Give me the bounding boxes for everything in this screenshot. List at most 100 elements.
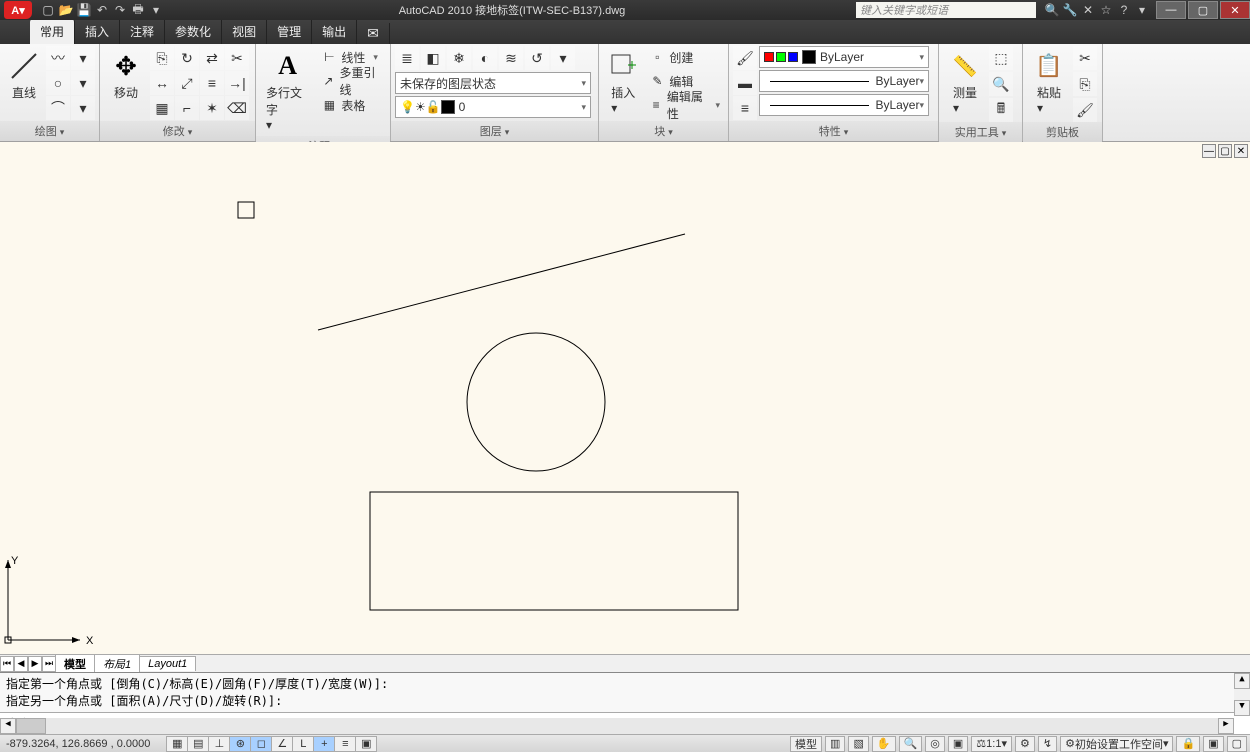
layer-freeze-icon[interactable]: ❄ (447, 46, 471, 70)
quickview-layouts-icon[interactable]: ▥ (825, 736, 845, 752)
favorite-icon[interactable]: ☆ (1098, 2, 1114, 18)
copy-icon[interactable]: ⎘ (150, 46, 174, 70)
maximize-button[interactable]: ▢ (1188, 1, 1218, 19)
scale-icon[interactable]: ⤢ (175, 71, 199, 95)
viewport-close-icon[interactable]: ✕ (1234, 144, 1248, 158)
viewport-minimize-icon[interactable]: — (1202, 144, 1216, 158)
tab-parametric[interactable]: 参数化 (165, 19, 222, 44)
linetype-combo[interactable]: ByLayer▾ (759, 94, 929, 116)
ortho-icon[interactable]: ⊥ (208, 736, 230, 752)
matchfmt-icon[interactable]: 🖌 (1073, 98, 1097, 122)
drawing-area[interactable]: — ▢ ✕ Y X (0, 142, 1250, 654)
zoom-icon[interactable]: 🔍 (899, 736, 923, 752)
scroll-left-icon[interactable]: ◀ (0, 718, 16, 734)
showmotion-icon[interactable]: ▣ (948, 736, 968, 752)
panel-layers-title[interactable]: 图层 ▾ (391, 121, 598, 141)
layer-iso-icon[interactable]: ◧ (421, 46, 445, 70)
table-button[interactable]: ▦ 表格 (317, 94, 386, 116)
fillet-icon[interactable]: ⌐ (175, 96, 199, 120)
scroll-right-icon[interactable]: ▶ (1218, 718, 1234, 734)
otrack-icon[interactable]: ∠ (271, 736, 293, 752)
list-icon[interactable]: ≡ (733, 96, 757, 120)
save-icon[interactable]: 💾 (76, 2, 92, 18)
array-icon[interactable]: ▦ (150, 96, 174, 120)
panel-properties-title[interactable]: 特性 ▾ (729, 121, 938, 141)
matchprop-icon[interactable]: 🖌 (733, 46, 757, 70)
new-icon[interactable]: ▢ (40, 2, 56, 18)
scroll-down-icon[interactable]: ▼ (1234, 700, 1250, 716)
tab-home[interactable]: 常用 (30, 19, 75, 44)
minimize-button[interactable]: — (1156, 1, 1186, 19)
ducs-icon[interactable]: L (292, 736, 314, 752)
cmd-hscrollbar[interactable]: ◀ ▶ (0, 718, 1234, 734)
search-icon[interactable]: 🔍 (1044, 2, 1060, 18)
panel-draw-title[interactable]: 绘图 ▾ (0, 121, 99, 141)
layer-prev-icon[interactable]: ↺ (525, 46, 549, 70)
print-icon[interactable]: 🖶 (130, 2, 146, 18)
trim-icon[interactable]: ✂ (225, 46, 249, 70)
tab-last-icon[interactable]: ⏭ (42, 656, 56, 672)
lwt-icon[interactable]: ≡ (334, 736, 356, 752)
tab-insert[interactable]: 插入 (75, 19, 120, 44)
cmd-vscrollbar[interactable]: ▲ ▼ (1234, 673, 1250, 716)
tab-output[interactable]: 输出 (312, 19, 357, 44)
scroll-up-icon[interactable]: ▲ (1234, 673, 1250, 689)
color-combo[interactable]: ByLayer▾ (759, 46, 929, 68)
annovis-icon[interactable]: ⚙ (1015, 736, 1035, 752)
tab-next-icon[interactable]: ▶ (28, 656, 42, 672)
block-create-button[interactable]: ▫ 创建 (645, 46, 724, 68)
tab-manage[interactable]: 管理 (267, 19, 312, 44)
steering-wheel-icon[interactable]: ◎ (925, 736, 945, 752)
measure-button[interactable]: 📏 测量▾ (943, 46, 987, 119)
toolbar-lock-icon[interactable]: 🔒 (1176, 736, 1200, 752)
lineweight-combo[interactable]: ByLayer▾ (759, 70, 929, 92)
open-icon[interactable]: 📂 (58, 2, 74, 18)
osnap-icon[interactable]: ◻ (250, 736, 272, 752)
arc-icon[interactable]: ⌒ (46, 96, 70, 120)
clean-screen-icon[interactable]: ▢ (1227, 736, 1247, 752)
quickview-drawings-icon[interactable]: ▧ (848, 736, 868, 752)
insert-block-button[interactable]: 插入▾ (603, 46, 643, 119)
dyn-icon[interactable]: + (313, 736, 335, 752)
explode-icon[interactable]: ✶ (200, 96, 224, 120)
app-menu-icon[interactable]: A▾ (4, 1, 32, 19)
quickselect-icon[interactable]: 🔍 (989, 72, 1013, 96)
mail-icon[interactable]: ✉ (357, 23, 390, 44)
select-icon[interactable]: ⬚ (989, 46, 1013, 70)
layer-match-icon[interactable]: ≋ (499, 46, 523, 70)
undo-icon[interactable]: ↶ (94, 2, 110, 18)
scroll-thumb[interactable] (16, 718, 46, 734)
layer-props-icon[interactable]: ≣ (395, 46, 419, 70)
block-editattr-button[interactable]: ≡ 编辑属性 ▾ (645, 94, 724, 116)
annoauto-icon[interactable]: ↯ (1038, 736, 1057, 752)
copy-clip-icon[interactable]: ⎘ (1073, 72, 1097, 96)
rotate-icon[interactable]: ↻ (175, 46, 199, 70)
mleader-button[interactable]: ↗ 多重引线 (317, 70, 386, 92)
grid-icon[interactable]: ▤ (187, 736, 209, 752)
mirror-icon[interactable]: ⇄ (200, 46, 224, 70)
help-dropdown-icon[interactable]: ▾ (1134, 2, 1150, 18)
hardware-accel-icon[interactable]: ▣ (1203, 736, 1223, 752)
tab-layout1[interactable]: 布局1 (94, 654, 140, 673)
layer-more-icon[interactable]: ▾ (551, 46, 575, 70)
annoscale-icon[interactable]: ⚖ 1:1▾ (971, 736, 1012, 752)
qat-dropdown-icon[interactable]: ▾ (148, 2, 164, 18)
calculator-icon[interactable]: 🖩 (989, 98, 1013, 122)
help-icon[interactable]: ? (1116, 2, 1132, 18)
panel-modify-title[interactable]: 修改 ▾ (100, 121, 255, 141)
polyline-icon[interactable]: 〰 (46, 46, 70, 70)
layer-state-combo[interactable]: 未保存的图层状态▾ (395, 72, 591, 94)
workspace-switch[interactable]: ⚙初始设置工作空间▾ (1060, 736, 1173, 752)
panel-utilities-title[interactable]: 实用工具 ▾ (939, 122, 1022, 142)
tab-model[interactable]: 模型 (55, 654, 95, 673)
qp-icon[interactable]: ▣ (355, 736, 377, 752)
line-button[interactable]: 直线 (4, 46, 44, 105)
tab-annotate[interactable]: 注释 (120, 19, 165, 44)
stretch-icon[interactable]: ↔ (150, 71, 174, 95)
close-button[interactable]: ✕ (1220, 1, 1250, 19)
redo-icon[interactable]: ↷ (112, 2, 128, 18)
arc2-dropdown-icon[interactable]: ▾ (71, 96, 95, 120)
key-icon[interactable]: 🔧 (1062, 2, 1078, 18)
tab-prev-icon[interactable]: ◀ (14, 656, 28, 672)
mtext-button[interactable]: A 多行文字▾ (260, 46, 315, 136)
